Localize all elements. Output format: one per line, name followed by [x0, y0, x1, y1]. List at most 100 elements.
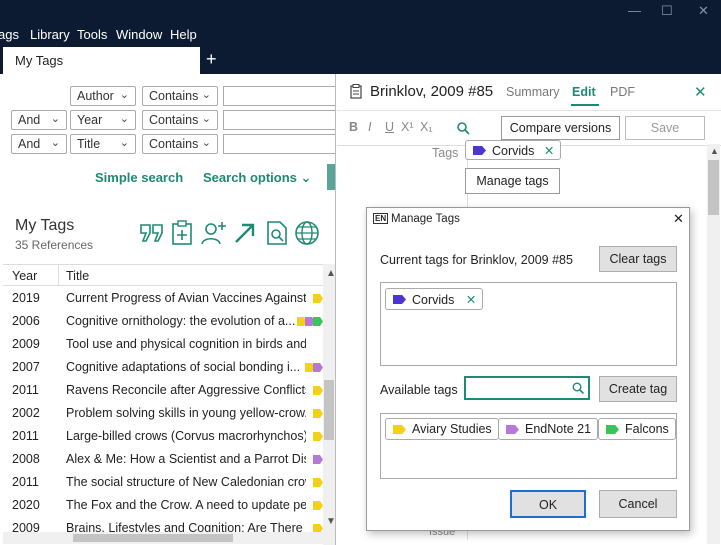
table-row[interactable]: 2008Alex & Me: How a Scientist and a Par… — [3, 448, 323, 471]
table-row[interactable]: 2011The social structure of New Caledoni… — [3, 471, 323, 494]
menu-help[interactable]: Help — [170, 27, 197, 42]
dialog-close-icon[interactable]: ✕ — [673, 211, 684, 227]
table-row[interactable]: 2006 Cognitive ornithology: the evolution… — [3, 310, 323, 333]
reference-year: 2011 — [12, 429, 39, 443]
reference-year: 2007 — [12, 360, 40, 374]
remove-tag-icon[interactable]: ✕ — [544, 144, 554, 158]
close-reference-icon[interactable]: ✕ — [694, 83, 707, 101]
search-button-edge[interactable] — [327, 164, 336, 190]
op-select-1[interactable]: Contains⌄ — [142, 86, 218, 106]
table-row[interactable]: 2002 Problem solving skills in young yell… — [3, 402, 323, 425]
menu-library[interactable]: Library — [30, 27, 70, 42]
bool-select-2[interactable]: And⌄ — [11, 110, 67, 130]
available-tag-falcons[interactable]: Falcons — [598, 418, 676, 440]
menu-tags[interactable]: ags — [0, 27, 19, 42]
tag-chip-corvids[interactable]: Corvids ✕ — [465, 140, 561, 160]
create-tag-button[interactable]: Create tag — [599, 376, 677, 402]
field-select-3[interactable]: Title⌄ — [70, 134, 136, 154]
table-row[interactable]: 2007 Cognitive adaptations of social bond… — [3, 356, 323, 379]
table-row[interactable]: 2019Current Progress of Avian Vaccines A… — [3, 287, 323, 310]
remove-tag-icon[interactable]: ✕ — [466, 293, 476, 307]
field-select-2[interactable]: Year⌄ — [70, 110, 136, 130]
share-arrow-icon[interactable] — [232, 220, 258, 246]
scroll-down-arrow[interactable]: ▼ — [326, 516, 336, 527]
available-tag-aviary-studies[interactable]: Aviary Studies — [385, 418, 499, 440]
ok-button[interactable]: OK — [510, 490, 586, 518]
reference-list-scrollbar[interactable]: ▲ ▼ — [323, 264, 335, 545]
available-tag-endnote-21[interactable]: EndNote 21 — [498, 418, 598, 440]
maximize-button[interactable]: ☐ — [661, 3, 673, 19]
reference-title: Problem solving skills in young yellow-c… — [66, 406, 306, 420]
reference-tags — [315, 386, 323, 395]
scroll-thumb[interactable] — [324, 380, 334, 440]
tab-summary[interactable]: Summary — [506, 85, 559, 99]
horizontal-scrollbar[interactable] — [3, 532, 323, 544]
reference-tags — [315, 455, 323, 464]
search-icon[interactable] — [457, 122, 470, 135]
search-term-3[interactable] — [223, 134, 336, 154]
tag-icon — [313, 386, 323, 395]
horizontal-scroll-thumb[interactable] — [73, 534, 233, 542]
online-search-globe-icon[interactable] — [294, 220, 320, 246]
tab-pdf[interactable]: PDF — [610, 85, 635, 99]
manage-tags-button[interactable]: Manage tags — [465, 168, 560, 194]
tab-edit[interactable]: Edit — [572, 85, 596, 99]
bool-select-3[interactable]: And⌄ — [11, 134, 67, 154]
search-options-link[interactable]: Search options ⌄ — [203, 170, 311, 186]
clear-tags-button[interactable]: Clear tags — [599, 246, 677, 272]
reference-title: The social structure of New Caledonian c… — [66, 475, 306, 489]
table-row[interactable]: 2011 Large-billed crows (Corvus macrorhyn… — [3, 425, 323, 448]
table-row[interactable]: 2020The Fox and the Crow. A need to upda… — [3, 494, 323, 517]
table-row[interactable]: 2009Tool use and physical cognition in b… — [3, 333, 323, 356]
find-pdf-icon[interactable] — [266, 220, 288, 246]
quote-icon[interactable] — [139, 222, 165, 244]
reference-title: Brinklov, 2009 #85 — [370, 83, 493, 100]
tab-my-tags[interactable]: My Tags — [3, 47, 200, 74]
underline-button[interactable]: U — [385, 120, 394, 134]
tag-icon — [313, 317, 323, 326]
simple-search-link[interactable]: Simple search — [95, 170, 183, 185]
column-divider[interactable] — [58, 265, 59, 286]
add-tab-button[interactable]: + — [206, 49, 217, 70]
op-select-3[interactable]: Contains⌄ — [142, 134, 218, 154]
reference-title: Large-billed crows (Corvus macrorhynchos… — [66, 429, 306, 443]
save-button[interactable]: Save — [625, 116, 705, 140]
reference-scrollbar[interactable]: ▲ — [707, 144, 720, 544]
bold-button[interactable]: B — [349, 120, 358, 134]
reference-year: 2002 — [12, 406, 40, 420]
add-user-icon[interactable] — [200, 220, 228, 246]
reference-year: 2006 — [12, 314, 40, 328]
scroll-up-arrow-right[interactable]: ▲ — [710, 146, 719, 156]
tag-search-input[interactable] — [465, 377, 589, 399]
group-title: My Tags — [15, 217, 74, 235]
table-row[interactable]: 2011Ravens Reconcile after Aggressive Co… — [3, 379, 323, 402]
column-title[interactable]: Title — [66, 269, 89, 283]
superscript-button[interactable]: X¹ — [401, 120, 414, 134]
tag-icon — [606, 425, 619, 434]
reference-table-header: Year Title — [3, 264, 336, 286]
tag-icon — [313, 294, 323, 303]
tag-icon — [313, 432, 323, 441]
column-year[interactable]: Year — [12, 269, 37, 283]
subscript-button[interactable]: X₁ — [420, 120, 433, 134]
tag-icon — [313, 501, 323, 510]
search-term-2[interactable] — [223, 110, 336, 130]
reference-title: Cognitive adaptations of social bonding … — [66, 360, 306, 374]
reference-scroll-thumb[interactable] — [708, 160, 719, 215]
op-select-2[interactable]: Contains⌄ — [142, 110, 218, 130]
reference-title: Cognitive ornithology: the evolution of … — [66, 314, 306, 328]
reference-tags — [315, 432, 323, 441]
current-tag-chip-corvids[interactable]: Corvids ✕ — [385, 288, 483, 310]
search-term-1[interactable] — [223, 86, 336, 106]
close-window-button[interactable]: ✕ — [698, 3, 709, 19]
minimize-button[interactable]: — — [628, 3, 641, 18]
add-to-clipboard-icon[interactable] — [171, 220, 193, 246]
reference-year: 2008 — [12, 452, 40, 466]
compare-versions-button[interactable]: Compare versions — [501, 116, 620, 140]
field-select-1[interactable]: Author⌄ — [70, 86, 136, 106]
scroll-up-arrow[interactable]: ▲ — [326, 268, 336, 279]
italic-button[interactable]: I — [368, 120, 371, 134]
cancel-button[interactable]: Cancel — [599, 490, 677, 518]
menu-tools[interactable]: Tools — [77, 27, 107, 42]
menu-window[interactable]: Window — [116, 27, 162, 42]
